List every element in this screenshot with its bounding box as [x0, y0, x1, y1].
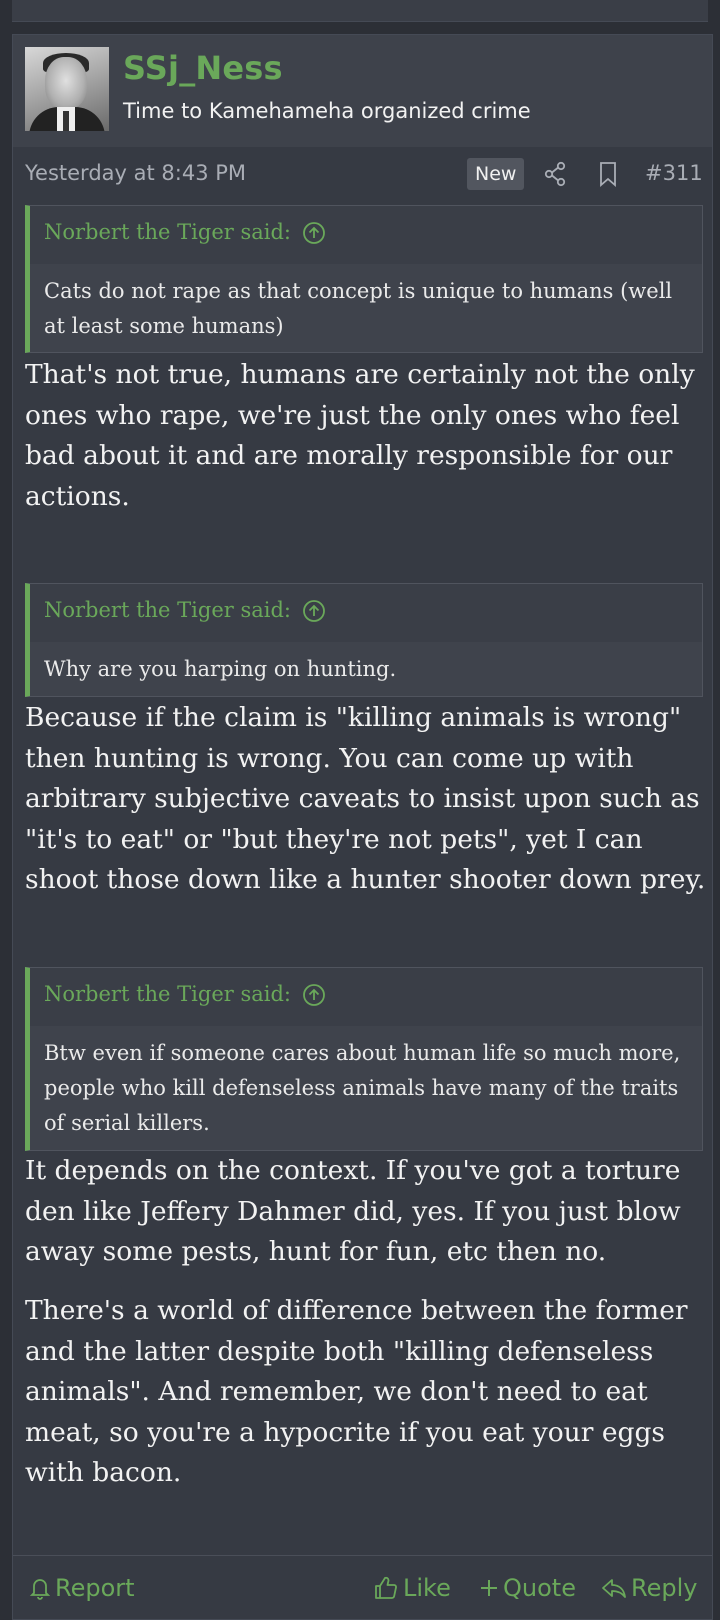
post-user-header: SSj_Ness Time to Kamehameha organized cr…: [13, 35, 712, 147]
quote-button[interactable]: Quote: [479, 1574, 576, 1602]
quote-text: Cats do not rape as that concept is uniq…: [44, 279, 673, 338]
reply-button[interactable]: Reply: [601, 1574, 697, 1602]
reply-paragraph: It depends on the context. If you've got…: [25, 1155, 681, 1267]
quote-author[interactable]: Norbert the Tiger said:: [44, 982, 291, 1006]
post-meta-row: Yesterday at 8:43 PM New #311: [13, 147, 712, 199]
quote-text: Why are you harping on hunting.: [44, 657, 397, 681]
post-timestamp-link[interactable]: Yesterday at 8:43 PM: [25, 161, 246, 185]
quote-author[interactable]: Norbert the Tiger said:: [44, 220, 291, 244]
quote-text: Btw even if someone cares about human li…: [44, 1041, 681, 1135]
reply-label: Reply: [631, 1574, 698, 1602]
like-button[interactable]: Like: [373, 1574, 451, 1602]
quote-block: Norbert the Tiger said: Why are you harp…: [25, 583, 703, 697]
previous-post-edge: [12, 0, 708, 22]
quote-header[interactable]: Norbert the Tiger said:: [30, 968, 702, 1026]
quote-block: Norbert the Tiger said: Cats do not rape…: [25, 205, 703, 353]
like-label: Like: [403, 1574, 451, 1602]
quote-header[interactable]: Norbert the Tiger said:: [30, 584, 702, 642]
forum-post: SSj_Ness Time to Kamehameha organized cr…: [12, 34, 713, 1620]
user-avatar[interactable]: [25, 47, 109, 131]
username-link[interactable]: SSj_Ness: [123, 49, 283, 87]
quote-label: Quote: [503, 1574, 576, 1602]
arrow-up-circle-icon[interactable]: [302, 983, 326, 1007]
share-icon[interactable]: [543, 161, 567, 187]
thumbs-up-icon: [373, 1575, 399, 1601]
post-actions-footer: Report Like Quote Reply: [13, 1556, 712, 1620]
reply-arrow-icon: [601, 1576, 627, 1600]
report-label: Report: [55, 1574, 135, 1602]
quote-block: Norbert the Tiger said: Btw even if some…: [25, 967, 703, 1151]
reply-paragraph: That's not true, humans are certainly no…: [25, 359, 695, 512]
bell-icon: [29, 1576, 51, 1600]
reply-paragraph: Because if the claim is "killing animals…: [25, 702, 706, 895]
bookmark-icon[interactable]: [597, 161, 619, 187]
arrow-up-circle-icon[interactable]: [302, 221, 326, 245]
new-badge: New: [467, 158, 525, 190]
post-number-link[interactable]: #311: [645, 161, 703, 185]
arrow-up-circle-icon[interactable]: [302, 599, 326, 623]
quote-author[interactable]: Norbert the Tiger said:: [44, 598, 291, 622]
user-title: Time to Kamehameha organized crime: [123, 99, 531, 123]
reply-paragraph: There's a world of difference between th…: [25, 1295, 688, 1488]
plus-icon: [479, 1578, 499, 1598]
report-button[interactable]: Report: [29, 1574, 135, 1602]
quote-header[interactable]: Norbert the Tiger said:: [30, 206, 702, 264]
